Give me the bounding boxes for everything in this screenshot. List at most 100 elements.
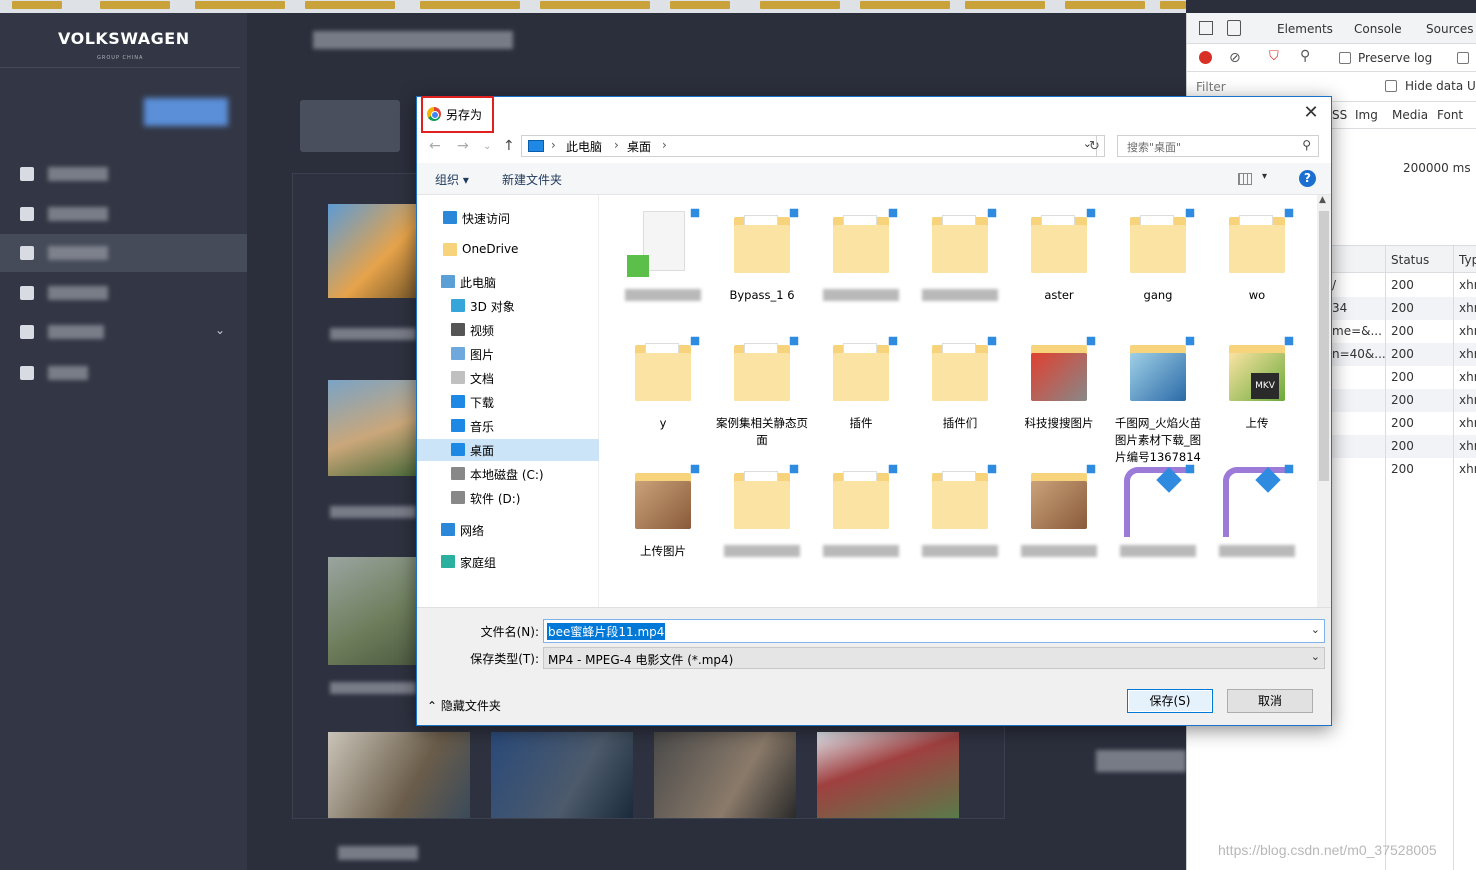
up-arrow-icon[interactable]: ↑: [503, 138, 515, 154]
sidebar-item-3[interactable]: [0, 234, 247, 272]
organize-button[interactable]: 组织 ▾: [435, 171, 469, 188]
nav-item[interactable]: 3D 对象: [417, 295, 599, 317]
new-folder-button[interactable]: 新建文件夹: [502, 171, 562, 188]
nav-item[interactable]: 快速访问: [417, 207, 599, 229]
video-thumbnail[interactable]: [328, 732, 470, 818]
column-type[interactable]: Typ: [1459, 253, 1476, 267]
request-name: me=&...: [1332, 324, 1382, 338]
disable-cache-checkbox[interactable]: [1457, 52, 1469, 64]
chevron-down-icon[interactable]: ▾: [1262, 171, 1267, 182]
file-item[interactable]: 千图网_火焰火苗图片素材下载_图片编号1367814: [1110, 329, 1206, 464]
file-item[interactable]: 插件: [813, 329, 909, 457]
type-img[interactable]: Img: [1355, 108, 1378, 122]
video-thumbnail[interactable]: [817, 732, 959, 818]
nav-item[interactable]: OneDrive: [417, 239, 599, 261]
filename-input[interactable]: bee蜜蜂片段11.mp4 ⌄: [543, 619, 1325, 643]
forward-arrow-icon[interactable]: →: [457, 138, 469, 154]
scroll-up-icon[interactable]: ▲: [1319, 195, 1326, 205]
hide-data-checkbox[interactable]: [1385, 80, 1397, 92]
cancel-button[interactable]: 取消: [1227, 689, 1313, 713]
file-item[interactable]: [714, 457, 810, 585]
address-bar[interactable]: › 此电脑 › 桌面 › ⌄: [521, 135, 1097, 157]
file-item[interactable]: [912, 201, 1008, 329]
clear-icon[interactable]: ⊘: [1229, 50, 1241, 66]
nav-item[interactable]: 本地磁盘 (C:): [417, 463, 599, 485]
nav-item[interactable]: 文档: [417, 367, 599, 389]
file-item[interactable]: [813, 457, 909, 585]
video-thumbnail[interactable]: [328, 557, 416, 665]
filter-tab[interactable]: [300, 100, 400, 152]
file-item[interactable]: [615, 201, 711, 329]
sidebar-item-5[interactable]: ⌄: [0, 313, 247, 351]
file-item[interactable]: wo: [1209, 201, 1305, 329]
view-options-icon[interactable]: [1238, 173, 1252, 185]
filetype-select[interactable]: MP4 - MPEG-4 电影文件 (*.mp4) ⌄: [543, 647, 1325, 669]
device-toolbar-icon[interactable]: [1227, 20, 1241, 36]
nav-item[interactable]: 图片: [417, 343, 599, 365]
inspect-icon[interactable]: [1199, 21, 1213, 35]
sidebar-item-4[interactable]: [0, 274, 247, 312]
user-button[interactable]: [144, 98, 228, 126]
image-icon: [1031, 467, 1087, 529]
chevron-down-icon[interactable]: ⌄: [1311, 650, 1320, 663]
file-name-redacted: [1120, 545, 1196, 557]
tab-elements[interactable]: Elements: [1277, 22, 1333, 36]
recent-dropdown-icon[interactable]: ⌄: [483, 141, 491, 152]
back-arrow-icon[interactable]: ←: [429, 138, 441, 154]
search-icon[interactable]: ⚲: [1300, 48, 1310, 64]
drive-icon: [451, 467, 465, 480]
file-item[interactable]: y: [615, 329, 711, 457]
tab-console[interactable]: Console: [1354, 22, 1402, 36]
hide-folders-toggle[interactable]: ⌃ 隐藏文件夹: [427, 697, 501, 714]
file-item[interactable]: 插件们: [912, 329, 1008, 457]
record-icon[interactable]: [1199, 51, 1212, 64]
file-item[interactable]: gang: [1110, 201, 1206, 329]
chevron-down-icon[interactable]: ⌄: [1311, 623, 1320, 636]
nav-item[interactable]: 此电脑: [417, 271, 599, 293]
file-item[interactable]: 上传图片: [615, 457, 711, 585]
video-thumbnail[interactable]: [328, 380, 416, 476]
file-item[interactable]: [912, 457, 1008, 585]
file-item[interactable]: [1110, 457, 1206, 585]
nav-item[interactable]: 家庭组: [417, 551, 599, 573]
search-input[interactable]: 搜索"桌面" ⚲: [1117, 135, 1319, 157]
sidebar-item-1[interactable]: [0, 155, 247, 193]
nav-item[interactable]: 下载: [417, 391, 599, 413]
save-button[interactable]: 保存(S): [1127, 689, 1213, 713]
type-css[interactable]: SS: [1332, 108, 1347, 122]
file-item[interactable]: MKV 上传: [1209, 329, 1305, 457]
file-item[interactable]: aster: [1011, 201, 1107, 329]
folder-icon: [932, 339, 988, 401]
type-font[interactable]: Font: [1437, 108, 1463, 122]
nav-item[interactable]: 软件 (D:): [417, 487, 599, 509]
nav-item[interactable]: 音乐: [417, 415, 599, 437]
nav-item[interactable]: 桌面: [417, 439, 599, 461]
close-button[interactable]: ✕: [1297, 102, 1325, 126]
nav-item-label: 桌面: [470, 444, 495, 458]
filter-input[interactable]: Filter: [1196, 80, 1226, 94]
video-thumbnail[interactable]: [491, 732, 633, 818]
file-name: Bypass_1 6: [729, 288, 795, 302]
breadcrumb-this-pc[interactable]: 此电脑: [566, 138, 602, 155]
file-item[interactable]: [1209, 457, 1305, 585]
nav-item[interactable]: 网络: [417, 519, 599, 541]
help-button[interactable]: ?: [1299, 170, 1316, 187]
sidebar-item-2[interactable]: [0, 195, 247, 233]
nav-item[interactable]: 视频: [417, 319, 599, 341]
refresh-icon[interactable]: ↻: [1085, 135, 1105, 157]
file-item[interactable]: Bypass_1 6: [714, 201, 810, 329]
video-thumbnail[interactable]: [328, 204, 416, 298]
file-item[interactable]: 案例集相关静态页面: [714, 329, 810, 457]
preserve-log-checkbox[interactable]: [1339, 52, 1351, 64]
filter-icon[interactable]: ⛉: [1269, 49, 1279, 64]
breadcrumb-desktop[interactable]: 桌面: [627, 138, 651, 155]
tab-sources[interactable]: Sources: [1426, 22, 1473, 36]
video-thumbnail[interactable]: [654, 732, 796, 818]
file-item[interactable]: 科技搜搜图片: [1011, 329, 1107, 457]
scrollbar-thumb[interactable]: [1319, 211, 1329, 481]
type-media[interactable]: Media: [1392, 108, 1428, 122]
file-item[interactable]: [813, 201, 909, 329]
column-status[interactable]: Status: [1391, 253, 1429, 267]
sidebar-item-6[interactable]: [0, 354, 247, 392]
file-item[interactable]: [1011, 457, 1107, 585]
